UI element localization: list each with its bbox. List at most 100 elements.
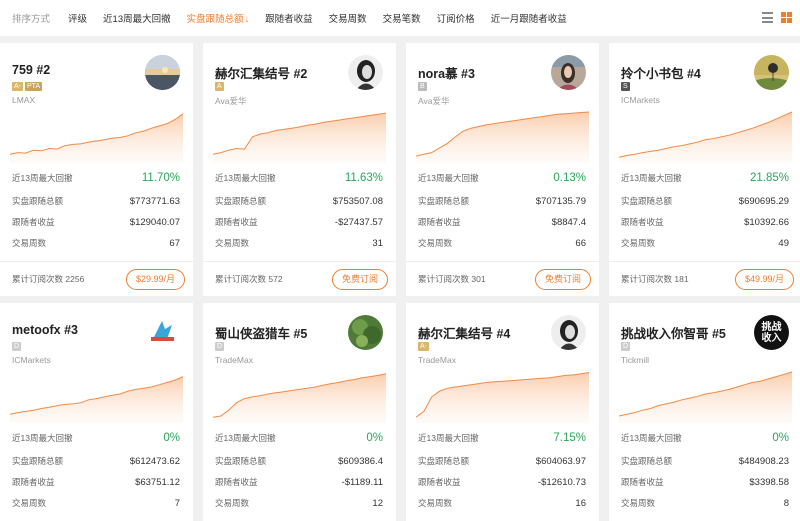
weeks-value: 31	[372, 237, 383, 249]
portrait-avatar[interactable]	[348, 55, 383, 90]
rating-badges: B	[418, 82, 427, 91]
rating-badge: A	[215, 82, 224, 91]
trader-name[interactable]: 赫尔汇集结号 #2	[215, 63, 307, 82]
challenge-text-avatar[interactable]: 挑战 收入	[754, 315, 789, 350]
stat-label: 近13周最大回撤	[418, 433, 479, 443]
grass-avatar[interactable]	[348, 315, 383, 350]
subs-value: 572	[268, 274, 283, 284]
trader-card[interactable]: metoofx #3 D ICMarkets 近13周最大回撤 0% 实盘跟随总额…	[0, 303, 193, 521]
sort-option-drawdown[interactable]: 近13周最大回撤	[103, 11, 171, 25]
trader-name[interactable]: 759 #2	[12, 63, 50, 77]
drawdown-value: 0%	[772, 432, 789, 444]
subscription-count: 累计订阅次数 572	[215, 273, 283, 285]
sort-option-rating[interactable]: 评级	[68, 11, 87, 25]
trader-card[interactable]: 赫尔汇集结号 #4 A- TradeMax 近13周最大回撤 7.15% 实盘跟随…	[406, 303, 599, 521]
stat-label: 跟随者收益	[12, 477, 55, 487]
list-view-icon[interactable]	[762, 12, 773, 23]
subscribe-button[interactable]: $29.99/月	[125, 268, 185, 290]
rating-badge: D	[215, 342, 225, 351]
stat-label: 实盘跟随总额	[621, 456, 673, 466]
follow-total-value: $609386.4	[338, 455, 383, 467]
trader-name[interactable]: nora慕 #3	[418, 63, 475, 82]
stat-weeks: 交易周数 66	[418, 237, 586, 249]
stat-follow-total: 实盘跟随总额 $604063.97	[418, 455, 586, 467]
rating-badge: S	[621, 82, 630, 91]
sparkline-area	[619, 112, 792, 163]
stat-weeks: 交易周数 49	[621, 237, 789, 249]
stat-follower-profit: 跟随者收益 -$1189.11	[215, 476, 383, 488]
trader-name[interactable]: 拎个小书包 #4	[621, 63, 701, 82]
subscribe-button[interactable]: 免费订阅	[331, 268, 388, 290]
weeks-value: 16	[575, 497, 586, 509]
trader-card[interactable]: 挑战收入你智哥 #5 D Tickmill 挑战 收入 近13周最大回撤 0% 实…	[609, 303, 800, 521]
trader-card[interactable]: 759 #2 A- PTA LMAX 近13周最大回撤 11.70% 实盘跟随总额…	[0, 43, 193, 296]
stat-label: 实盘跟随总额	[418, 196, 470, 206]
metoo-logo-avatar[interactable]	[145, 315, 180, 350]
stat-label: 交易周数	[12, 498, 47, 508]
card-footer: 累计订阅次数 572 免费订阅	[203, 261, 396, 296]
trader-name[interactable]: metoofx #3	[12, 323, 78, 337]
subscribe-button[interactable]: 免费订阅	[534, 268, 591, 290]
trader-card[interactable]: nora慕 #3 B Ava爱华 近13周最大回撤 0.13% 实盘跟随总额 $70…	[406, 43, 599, 296]
woman-avatar[interactable]	[551, 55, 586, 90]
trader-card[interactable]: 拎个小书包 #4 S ICMarkets 近13周最大回撤 21.85% 实盘跟随…	[609, 43, 800, 296]
subs-label: 累计订阅次数	[215, 274, 267, 284]
avatar-text-line: 收入	[761, 332, 782, 344]
stat-label: 近13周最大回撤	[621, 173, 682, 183]
follow-total-value: $612473.62	[129, 455, 180, 467]
broker-name: Tickmill	[621, 355, 650, 365]
equity-sparkline	[619, 111, 792, 163]
stat-label: 实盘跟随总额	[12, 196, 64, 206]
stat-label: 实盘跟随总额	[418, 456, 470, 466]
card-footer: 累计订阅次数 181 $49.99/月	[609, 261, 800, 296]
stat-follower-profit: 跟随者收益 $63751.12	[12, 476, 180, 488]
rating-badges: A-	[418, 342, 429, 351]
card-footer: 累计订阅次数 301 免费订阅	[406, 261, 599, 296]
sort-option-follow-total[interactable]: 实盘跟随总额↓	[187, 11, 250, 25]
weeks-value: 67	[169, 237, 180, 249]
rating-badges: S	[621, 82, 630, 91]
sort-option-follower-profit[interactable]: 跟随者收益	[265, 11, 313, 25]
stat-drawdown: 近13周最大回撤 0.13%	[418, 172, 586, 184]
follower-profit-value: $63751.12	[135, 476, 180, 488]
sparkline-area	[213, 113, 386, 163]
subscribe-button[interactable]: $49.99/月	[734, 268, 794, 290]
stat-label: 实盘跟随总额	[215, 456, 267, 466]
weeks-value: 7	[174, 497, 180, 509]
portrait-avatar[interactable]	[551, 315, 586, 350]
stat-label: 交易周数	[215, 498, 250, 508]
subs-value: 181	[674, 274, 689, 284]
balloon-avatar[interactable]	[754, 55, 789, 90]
rating-badge: A-	[418, 342, 429, 351]
subscription-count: 累计订阅次数 181	[621, 273, 689, 285]
grid-view-icon[interactable]	[781, 12, 792, 23]
sort-option-trades[interactable]: 交易笔数	[383, 11, 421, 25]
trader-card[interactable]: 蜀山侠盗猎车 #5 D TradeMax 近13周最大回撤 0% 实盘跟随总额 $6…	[203, 303, 396, 521]
equity-sparkline	[416, 111, 589, 163]
stat-label: 实盘跟随总额	[12, 456, 64, 466]
trader-card[interactable]: 赫尔汇集结号 #2 A Ava爱华 近13周最大回撤 11.63% 实盘跟随总额 $…	[203, 43, 396, 296]
subs-label: 累计订阅次数	[12, 274, 64, 284]
trader-name[interactable]: 挑战收入你智哥 #5	[621, 323, 726, 342]
trader-name[interactable]: 蜀山侠盗猎车 #5	[215, 323, 307, 342]
stat-drawdown: 近13周最大回撤 11.63%	[215, 172, 383, 184]
equity-sparkline	[416, 372, 589, 423]
stat-label: 交易周数	[418, 498, 453, 508]
sort-desc-arrow-icon: ↓	[244, 14, 250, 24]
stat-follower-profit: 跟随者收益 -$12610.73	[418, 476, 586, 488]
trader-name[interactable]: 赫尔汇集结号 #4	[418, 323, 510, 342]
sort-option-weeks[interactable]: 交易周数	[329, 11, 367, 25]
stat-weeks: 交易周数 67	[12, 237, 180, 249]
stat-weeks: 交易周数 31	[215, 237, 383, 249]
stat-drawdown: 近13周最大回撤 0%	[621, 432, 789, 444]
drawdown-value: 11.70%	[141, 172, 180, 184]
stat-drawdown: 近13周最大回撤 21.85%	[621, 172, 789, 184]
follower-profit-value: $3398.58	[749, 476, 789, 488]
stat-label: 跟随者收益	[12, 217, 55, 227]
sort-option-month-profit[interactable]: 近一月跟随者收益	[491, 11, 567, 25]
stat-drawdown: 近13周最大回撤 11.70%	[12, 172, 180, 184]
stat-label: 跟随者收益	[418, 217, 461, 227]
drawdown-value: 0.13%	[553, 172, 586, 184]
sunset-avatar[interactable]	[145, 55, 180, 90]
sort-option-price[interactable]: 订阅价格	[437, 11, 475, 25]
